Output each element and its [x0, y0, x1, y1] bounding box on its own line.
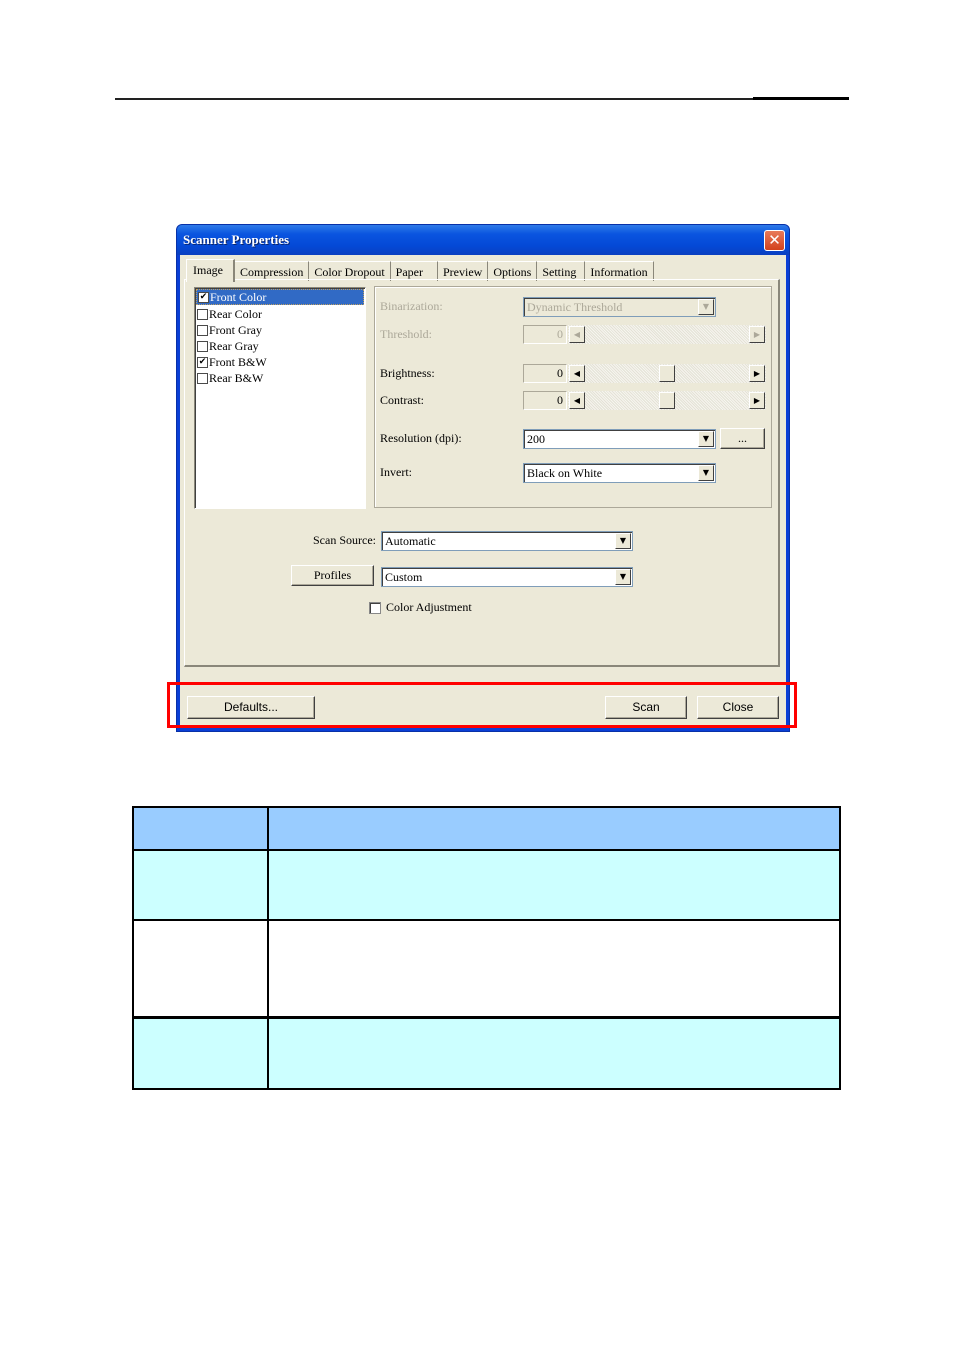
table-cell [267, 919, 841, 1018]
tab-setting[interactable]: Setting [537, 261, 586, 281]
binarization-label: Binarization: [380, 299, 443, 313]
tab-preview[interactable]: Preview [438, 261, 489, 281]
scanner-properties-dialog: Scanner Properties ✕ Image Compression C… [176, 224, 790, 732]
slider-left-arrow-icon[interactable]: ◀ [569, 365, 585, 382]
table-header-cell [267, 806, 841, 851]
binarization-select[interactable]: Dynamic Threshold ▼ [523, 297, 716, 317]
tab-options[interactable]: Options [488, 261, 538, 281]
checkbox-unchecked-icon[interactable] [197, 340, 208, 352]
image-settings-group: Binarization: Dynamic Threshold ▼ Thresh… [374, 286, 772, 508]
brightness-label: Brightness: [380, 366, 435, 380]
table-cell [132, 849, 269, 921]
table-cell [132, 919, 269, 1018]
table-cell [267, 849, 841, 921]
table-cell [267, 1015, 841, 1090]
scan-source-select[interactable]: Automatic ▼ [381, 531, 633, 551]
dropdown-arrow-icon: ▼ [698, 299, 714, 315]
contrast-label: Contrast: [380, 393, 424, 407]
tab-compression[interactable]: Compression [234, 261, 310, 281]
checkbox-unchecked-icon[interactable] [197, 308, 208, 320]
color-adjustment-label: Color Adjustment [386, 600, 472, 614]
checkbox-unchecked-icon[interactable] [197, 372, 208, 384]
invert-label: Invert: [380, 465, 412, 479]
checkbox-checked-icon[interactable]: ✔ [197, 356, 208, 368]
image-tab-panel: ✔ Front Color Rear Color Front Gray Rear… [184, 279, 780, 667]
table-cell [132, 1015, 269, 1090]
slider-right-arrow-icon[interactable]: ▶ [749, 365, 765, 382]
description-table [132, 806, 841, 1090]
brightness-slider-thumb[interactable] [659, 365, 675, 382]
resolution-label: Resolution (dpi): [380, 431, 462, 445]
brightness-slider[interactable]: ◀ ▶ [568, 364, 766, 383]
profiles-select[interactable]: Custom ▼ [381, 567, 633, 587]
threshold-value[interactable]: 0 [523, 325, 567, 344]
checkbox-checked-icon[interactable]: ✔ [198, 291, 209, 303]
slider-right-arrow-icon[interactable]: ▶ [749, 392, 765, 409]
list-item-front-gray[interactable]: Front Gray [195, 322, 365, 338]
dropdown-arrow-icon: ▼ [615, 533, 631, 549]
table-row [132, 1015, 841, 1090]
invert-select[interactable]: Black on White ▼ [523, 463, 716, 483]
title-bar[interactable]: Scanner Properties ✕ [177, 225, 789, 255]
dropdown-arrow-icon: ▼ [698, 431, 714, 447]
list-item-front-bw[interactable]: ✔ Front B&W [195, 354, 365, 370]
table-row [132, 919, 841, 1018]
tab-information[interactable]: Information [585, 261, 654, 281]
highlight-annotation-box [167, 682, 797, 728]
dialog-client: Image Compression Color Dropout Paper Pr… [180, 255, 786, 728]
resolution-more-button[interactable]: ... [720, 428, 765, 449]
checkbox-unchecked-icon[interactable] [197, 324, 208, 336]
slider-right-arrow-icon[interactable]: ▶ [749, 326, 765, 343]
tab-image[interactable]: Image [186, 259, 235, 282]
threshold-slider[interactable]: ◀ ▶ [568, 325, 766, 344]
color-adjustment-checkbox[interactable] [369, 602, 381, 614]
tab-paper[interactable]: Paper [390, 261, 438, 281]
dialog-title: Scanner Properties [183, 232, 290, 247]
scan-source-label: Scan Source: [313, 533, 376, 547]
list-item-rear-gray[interactable]: Rear Gray [195, 338, 365, 354]
list-item-front-color[interactable]: ✔ Front Color [196, 289, 364, 305]
image-type-list: ✔ Front Color Rear Color Front Gray Rear… [194, 287, 366, 509]
brightness-value[interactable]: 0 [523, 364, 567, 383]
table-header-row [132, 806, 841, 851]
dropdown-arrow-icon: ▼ [615, 569, 631, 585]
list-item-rear-bw[interactable]: Rear B&W [195, 370, 365, 386]
profiles-button[interactable]: Profiles [291, 565, 374, 586]
table-row [132, 849, 841, 921]
threshold-label: Threshold: [380, 327, 432, 341]
contrast-slider[interactable]: ◀ ▶ [568, 391, 766, 410]
contrast-slider-thumb[interactable] [659, 392, 675, 409]
dropdown-arrow-icon: ▼ [698, 465, 714, 481]
resolution-select[interactable]: 200 ▼ [523, 429, 716, 449]
page-header-rule [115, 97, 849, 100]
tab-strip: Image Compression Color Dropout Paper Pr… [186, 259, 654, 282]
table-header-cell [132, 806, 269, 851]
close-x-icon[interactable]: ✕ [764, 230, 785, 251]
contrast-value[interactable]: 0 [523, 391, 567, 410]
list-item-rear-color[interactable]: Rear Color [195, 306, 365, 322]
tab-color-dropout[interactable]: Color Dropout [309, 261, 391, 281]
slider-left-arrow-icon[interactable]: ◀ [569, 392, 585, 409]
slider-left-arrow-icon[interactable]: ◀ [569, 326, 585, 343]
